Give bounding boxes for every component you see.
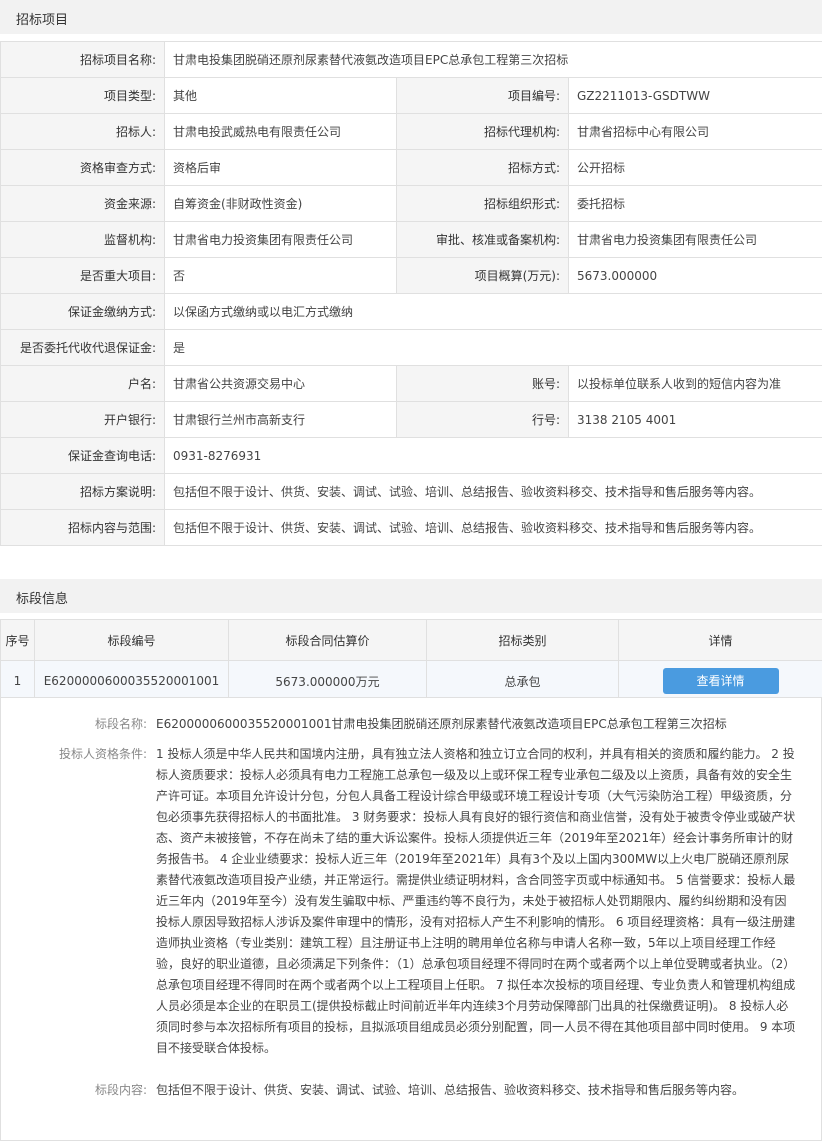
field-value: 甘肃省招标中心有限公司 [567, 113, 822, 150]
field-label: 招标人: [0, 113, 165, 150]
column-header-index: 序号 [0, 619, 35, 661]
field-value: 甘肃省电力投资集团有限责任公司 [164, 221, 397, 258]
field-value: 委托招标 [567, 185, 822, 222]
field-value: 包括但不限于设计、供货、安装、调试、试验、培训、总结报告、验收资料移交、技术指导… [163, 473, 822, 510]
field-label: 项目编号: [396, 77, 569, 114]
field-value: 0931-8276931 [163, 437, 822, 474]
segment-code: E6200000600035520001001 [34, 660, 229, 702]
field-value: 包括但不限于设计、供货、安装、调试、试验、培训、总结报告、验收资料移交、技术指导… [163, 509, 822, 546]
field-value: 3138 2105 4001 [567, 401, 822, 438]
field-value: 否 [164, 257, 397, 294]
detail-name-value: E6200000600035520001001甘肃电投集团脱硝还原剂尿素替代液氨… [156, 717, 727, 731]
table-row: 招标项目名称: 甘肃电投集团脱硝还原剂尿素替代液氨改造项目EPC总承包工程第三次… [0, 41, 822, 78]
field-label: 资格审查方式: [0, 149, 165, 186]
field-value: 资格后审 [164, 149, 397, 186]
field-value: 公开招标 [567, 149, 822, 186]
column-header-price: 标段合同估算价 [228, 619, 427, 661]
field-label: 户名: [0, 365, 165, 402]
field-value: GZ2211013-GSDTWW [567, 77, 822, 114]
field-value: 5673.000000 [567, 257, 822, 294]
field-label: 是否重大项目: [0, 257, 165, 294]
table-row: 监督机构: 甘肃省电力投资集团有限责任公司 审批、核准或备案机构: 甘肃省电力投… [0, 221, 822, 258]
field-value: 甘肃省公共资源交易中心 [164, 365, 397, 402]
segment-detail-cell: 查看详情 [618, 660, 822, 702]
segment-table: 序号 标段编号 标段合同估算价 招标类别 详情 1 E6200000600035… [0, 619, 822, 702]
field-value: 甘肃银行兰州市高新支行 [164, 401, 397, 438]
field-label: 项目概算(万元): [396, 257, 569, 294]
field-label: 行号: [396, 401, 569, 438]
segment-category: 总承包 [426, 660, 619, 702]
project-info-table: 招标项目名称: 甘肃电投集团脱硝还原剂尿素替代液氨改造项目EPC总承包工程第三次… [0, 41, 822, 546]
segment-section-header: 标段信息 [0, 579, 822, 613]
field-value: 其他 [164, 77, 397, 114]
field-value: 甘肃电投集团脱硝还原剂尿素替代液氨改造项目EPC总承包工程第三次招标 [163, 41, 822, 78]
detail-name-label: 标段名称: [94, 717, 147, 731]
table-row: 资金来源: 自筹资金(非财政性资金) 招标组织形式: 委托招标 [0, 185, 822, 222]
field-label: 审批、核准或备案机构: [396, 221, 569, 258]
view-detail-button[interactable]: 查看详情 [662, 668, 779, 694]
field-label: 是否委托代收代退保证金: [0, 329, 165, 366]
segment-section-title: 标段信息 [16, 592, 69, 607]
field-label: 招标项目名称: [0, 41, 165, 78]
table-row: 招标内容与范围: 包括但不限于设计、供货、安装、调试、试验、培训、总结报告、验收… [0, 509, 822, 546]
table-row: 是否委托代收代退保证金: 是 [0, 329, 822, 366]
segment-index: 1 [0, 660, 35, 702]
detail-qualification-label: 投标人资格条件: [58, 747, 147, 761]
column-header-category: 招标类别 [426, 619, 619, 661]
field-label: 招标内容与范围: [0, 509, 165, 546]
table-row: 资格审查方式: 资格后审 招标方式: 公开招标 [0, 149, 822, 186]
field-label: 账号: [396, 365, 569, 402]
column-header-detail: 详情 [618, 619, 822, 661]
field-label: 招标方式: [396, 149, 569, 186]
table-row: 保证金查询电话: 0931-8276931 [0, 437, 822, 474]
field-label: 监督机构: [0, 221, 165, 258]
field-label: 开户银行: [0, 401, 165, 438]
table-row: 开户银行: 甘肃银行兰州市高新支行 行号: 3138 2105 4001 [0, 401, 822, 438]
segment-price: 5673.000000万元 [228, 660, 427, 702]
field-label: 招标组织形式: [396, 185, 569, 222]
field-label: 资金来源: [0, 185, 165, 222]
table-row: 项目类型: 其他 项目编号: GZ2211013-GSDTWW [0, 77, 822, 114]
field-label: 保证金缴纳方式: [0, 293, 165, 330]
detail-content-label: 标段内容: [94, 1083, 147, 1097]
field-value: 是 [163, 329, 822, 366]
project-section-title: 招标项目 [16, 13, 69, 28]
project-section-header: 招标项目 [0, 0, 822, 34]
table-row: 是否重大项目: 否 项目概算(万元): 5673.000000 [0, 257, 822, 294]
table-row: 招标方案说明: 包括但不限于设计、供货、安装、调试、试验、培训、总结报告、验收资… [0, 473, 822, 510]
segment-detail-panel: 标段名称: E6200000600035520001001甘肃电投集团脱硝还原剂… [0, 697, 822, 1141]
field-value: 甘肃电投武威热电有限责任公司 [164, 113, 397, 150]
field-value: 以投标单位联系人收到的短信内容为准 [567, 365, 822, 402]
field-value: 自筹资金(非财政性资金) [164, 185, 397, 222]
field-value: 以保函方式缴纳或以电汇方式缴纳 [163, 293, 822, 330]
table-row: 招标人: 甘肃电投武威热电有限责任公司 招标代理机构: 甘肃省招标中心有限公司 [0, 113, 822, 150]
detail-content-value: 包括但不限于设计、供货、安装、调试、试验、培训、总结报告、验收资料移交、技术指导… [156, 1083, 745, 1097]
table-row: 保证金缴纳方式: 以保函方式缴纳或以电汇方式缴纳 [0, 293, 822, 330]
field-label: 项目类型: [0, 77, 165, 114]
field-value: 甘肃省电力投资集团有限责任公司 [567, 221, 822, 258]
field-label: 招标代理机构: [396, 113, 569, 150]
field-label: 保证金查询电话: [0, 437, 165, 474]
column-header-code: 标段编号 [34, 619, 229, 661]
table-header-row: 序号 标段编号 标段合同估算价 招标类别 详情 [0, 619, 822, 661]
field-label: 招标方案说明: [0, 473, 165, 510]
table-row: 户名: 甘肃省公共资源交易中心 账号: 以投标单位联系人收到的短信内容为准 [0, 365, 822, 402]
detail-qualification-value: 1 投标人须是中华人民共和国境内注册，具有独立法人资格和独立订立合同的权利，并具… [156, 747, 796, 1055]
table-row: 1 E6200000600035520001001 5673.000000万元 … [0, 660, 822, 702]
